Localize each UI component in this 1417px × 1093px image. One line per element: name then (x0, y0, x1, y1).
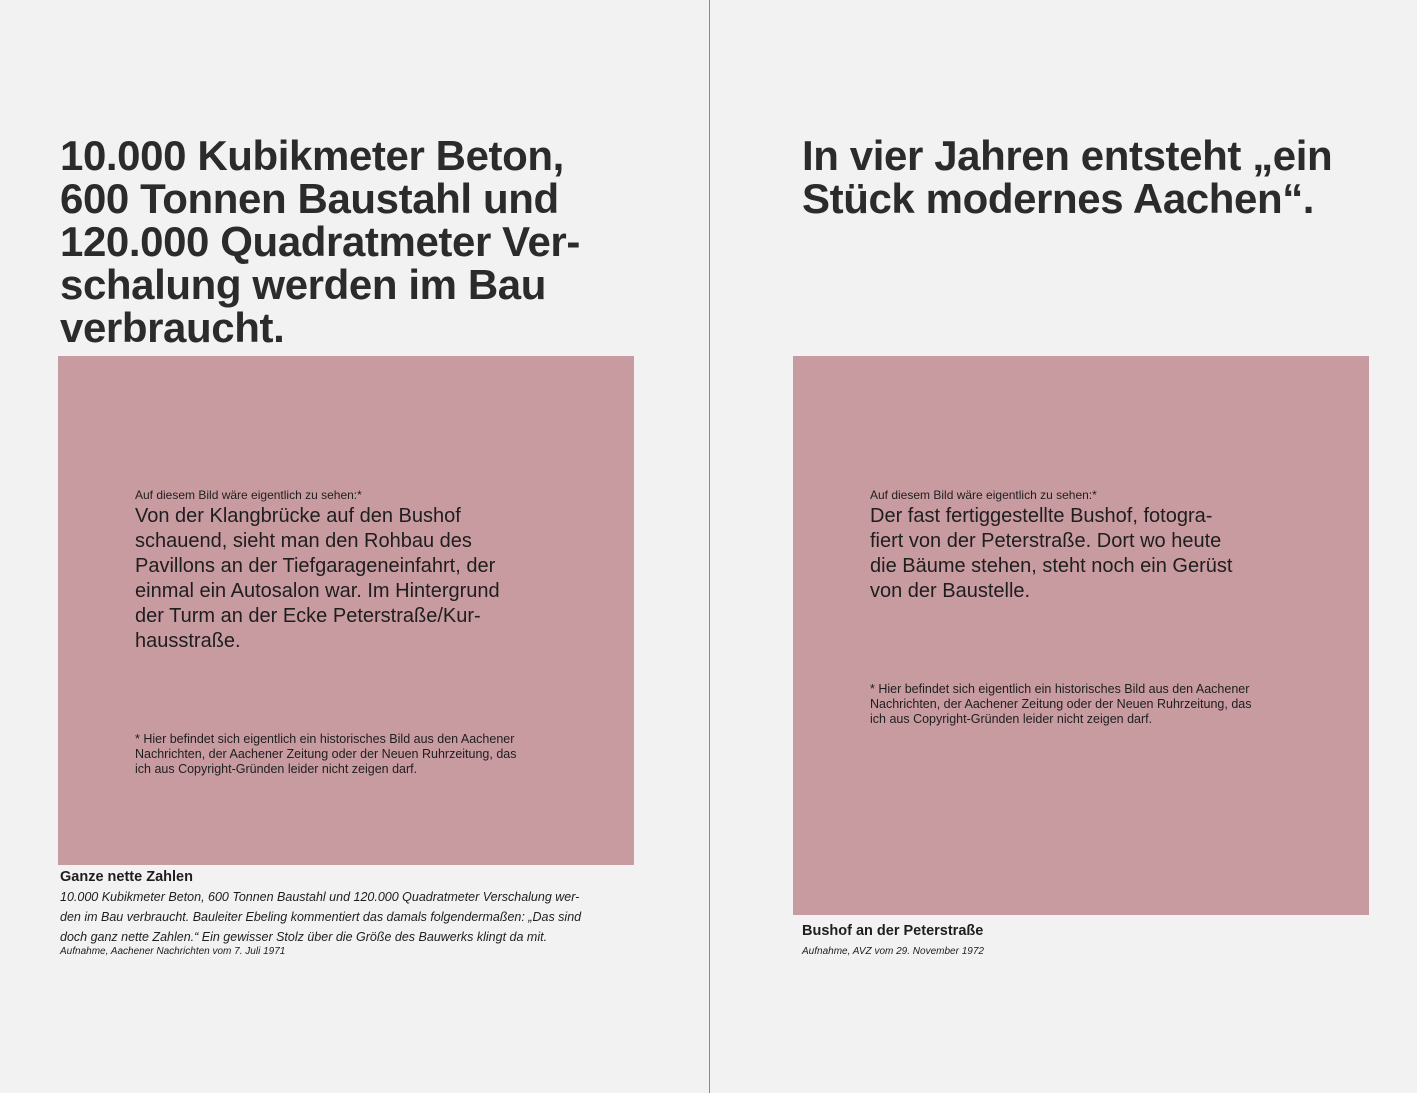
right-placeholder-footnote: * Hier befindet sich eigentlich ein hist… (870, 682, 1252, 726)
right-image-placeholder: Auf diesem Bild wäre eigentlich zu sehen… (793, 356, 1369, 915)
right-headline: In vier Jahren entsteht „ein Stück moder… (802, 132, 1333, 222)
left-headline: 10.000 Kubikmeter Beton, 600 Tonnen Baus… (60, 132, 580, 351)
right-placeholder-intro: Auf diesem Bild wäre eigentlich zu sehen… (870, 488, 1097, 502)
right-caption-source: Aufnahme, AVZ vom 29. November 1972 (802, 946, 984, 957)
right-page: In vier Jahren entsteht „ein Stück moder… (710, 0, 1417, 1093)
left-caption-text: 10.000 Kubikmeter Beton, 600 Tonnen Baus… (60, 890, 582, 944)
left-placeholder-description: Von der Klangbrücke auf den Bushof schau… (135, 505, 500, 652)
left-placeholder-footnote: * Hier befindet sich eigentlich ein hist… (135, 732, 517, 776)
left-caption-source: Aufnahme, Aachener Nachrichten vom 7. Ju… (60, 946, 286, 957)
left-page: 10.000 Kubikmeter Beton, 600 Tonnen Baus… (0, 0, 709, 1093)
left-image-placeholder: Auf diesem Bild wäre eigentlich zu sehen… (58, 356, 634, 865)
right-placeholder-description: Der fast fertiggestellte Bushof, fotogra… (870, 505, 1233, 602)
left-caption-title: Ganze nette Zahlen (60, 869, 193, 885)
left-placeholder-intro: Auf diesem Bild wäre eigentlich zu sehen… (135, 488, 362, 502)
right-caption-title: Bushof an der Peterstraße (802, 923, 984, 939)
